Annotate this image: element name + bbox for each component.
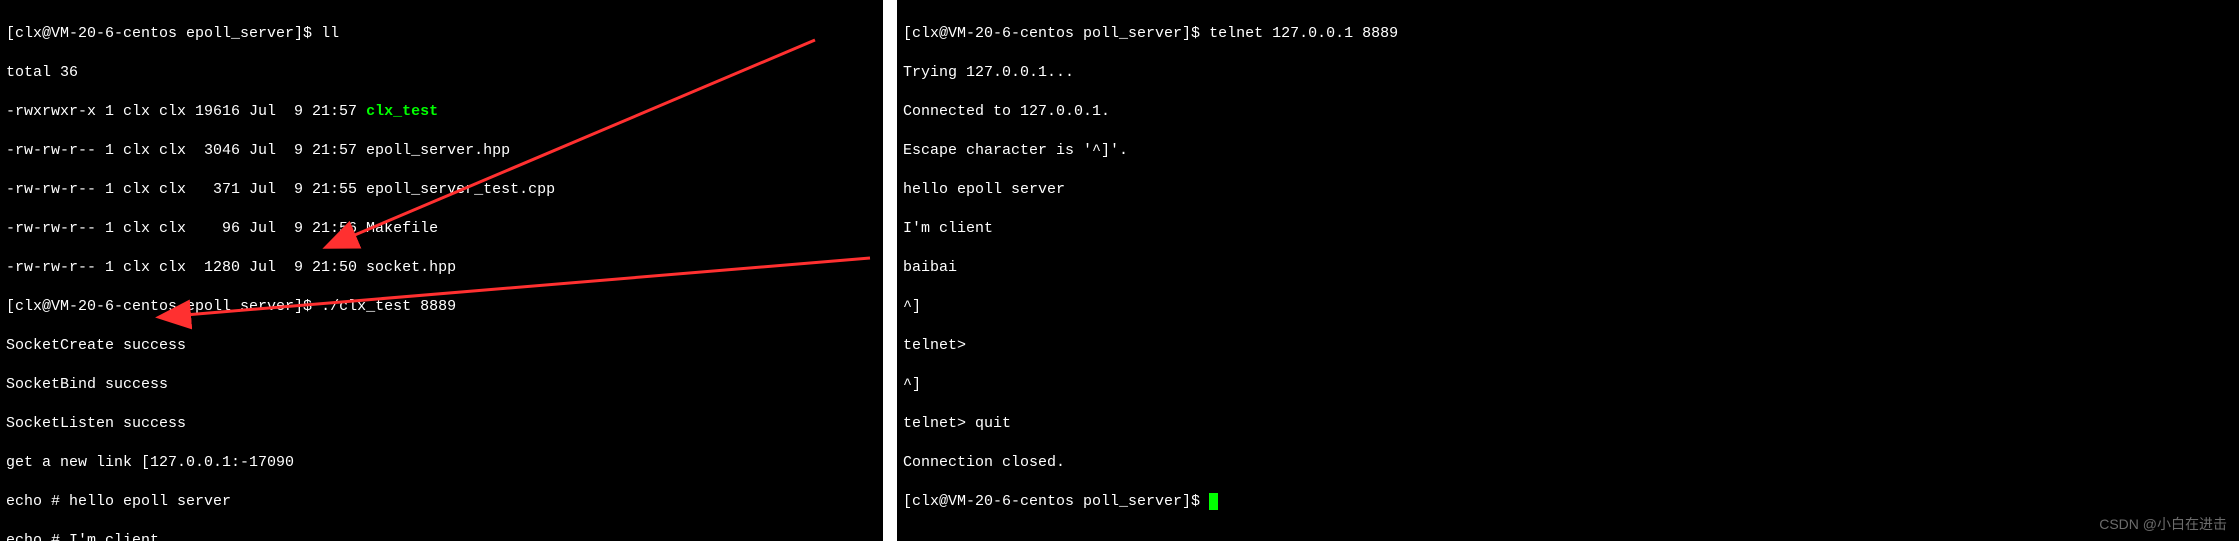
file-row: -rw-rw-r-- 1 clx clx 1280 Jul 9 21:50 so… (6, 258, 877, 278)
file-row: -rw-rw-r-- 1 clx clx 3046 Jul 9 21:57 ep… (6, 141, 877, 161)
shell-prompt: [clx@VM-20-6-centos poll_server]$ (903, 25, 1209, 42)
prompt-line: [clx@VM-20-6-centos poll_server]$ telnet… (903, 24, 2233, 44)
output-line: baibai (903, 258, 2233, 278)
output-line: SocketListen success (6, 414, 877, 434)
left-terminal[interactable]: [clx@VM-20-6-centos epoll_server]$ ll to… (0, 0, 883, 541)
output-line: ^] (903, 297, 2233, 317)
executable-name: clx_test (366, 103, 438, 120)
output-line: hello epoll server (903, 180, 2233, 200)
total-line: total 36 (6, 63, 877, 83)
command-text: ./clx_test 8889 (321, 298, 456, 315)
output-line: Trying 127.0.0.1... (903, 63, 2233, 83)
output-line: SocketBind success (6, 375, 877, 395)
output-line: echo # I'm client (6, 531, 877, 541)
file-perms: -rwxrwxr-x 1 clx clx 19616 Jul 9 21:57 (6, 103, 366, 120)
prompt-line: [clx@VM-20-6-centos epoll_server]$ ll (6, 24, 877, 44)
prompt-line: [clx@VM-20-6-centos poll_server]$ (903, 492, 2233, 512)
output-line: get a new link [127.0.0.1:-17090 (6, 453, 877, 473)
shell-prompt: [clx@VM-20-6-centos epoll_server]$ (6, 298, 321, 315)
command-text: telnet 127.0.0.1 8889 (1209, 25, 1398, 42)
pane-separator (883, 0, 897, 541)
output-line: echo # hello epoll server (6, 492, 877, 512)
output-line: Connected to 127.0.0.1. (903, 102, 2233, 122)
command-text: ll (321, 25, 339, 42)
file-row: -rw-rw-r-- 1 clx clx 371 Jul 9 21:55 epo… (6, 180, 877, 200)
right-terminal[interactable]: [clx@VM-20-6-centos poll_server]$ telnet… (897, 0, 2239, 541)
output-line: Escape character is '^]'. (903, 141, 2233, 161)
cursor-icon (1209, 493, 1218, 510)
shell-prompt: [clx@VM-20-6-centos poll_server]$ (903, 493, 1209, 510)
output-line: telnet> (903, 336, 2233, 356)
file-row: -rwxrwxr-x 1 clx clx 19616 Jul 9 21:57 c… (6, 102, 877, 122)
output-line: ^] (903, 375, 2233, 395)
output-line: I'm client (903, 219, 2233, 239)
output-line: SocketCreate success (6, 336, 877, 356)
output-line: telnet> quit (903, 414, 2233, 434)
watermark-text: CSDN @小白在进击 (2099, 515, 2227, 533)
file-row: -rw-rw-r-- 1 clx clx 96 Jul 9 21:56 Make… (6, 219, 877, 239)
shell-prompt: [clx@VM-20-6-centos epoll_server]$ (6, 25, 321, 42)
output-line: Connection closed. (903, 453, 2233, 473)
prompt-line: [clx@VM-20-6-centos epoll_server]$ ./clx… (6, 297, 877, 317)
